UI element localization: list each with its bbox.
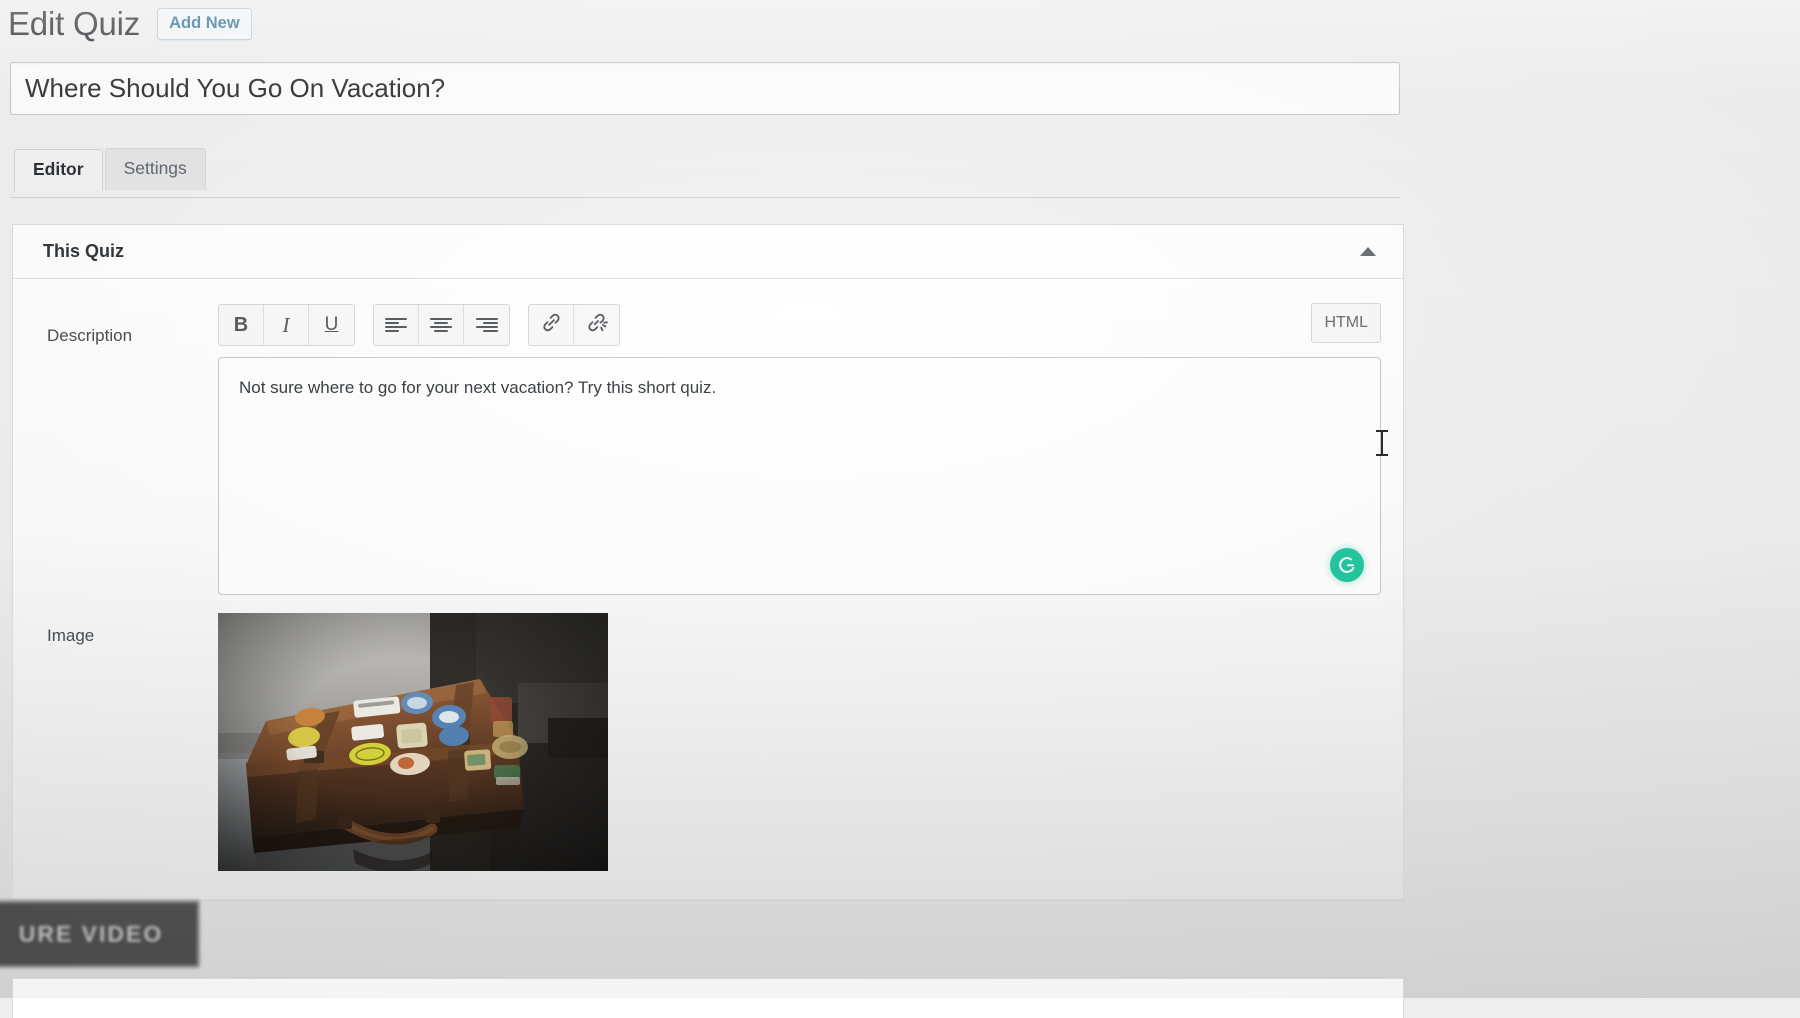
description-field: B I U <box>218 303 1403 595</box>
html-view-button[interactable]: HTML <box>1311 303 1381 343</box>
align-left-icon <box>385 318 407 333</box>
description-label: Description <box>13 303 218 347</box>
italic-button[interactable]: I <box>264 305 309 345</box>
video-watermark-text: URE VIDEO <box>19 921 164 948</box>
align-right-icon <box>476 318 498 333</box>
quiz-title-input[interactable] <box>10 62 1400 115</box>
link-icon <box>540 311 563 340</box>
page-header: Edit Quiz Add New <box>8 2 252 46</box>
image-label: Image <box>13 613 218 647</box>
description-row: Description B I U <box>13 303 1403 595</box>
panel-body: Description B I U <box>13 279 1403 899</box>
remove-link-button[interactable] <box>574 305 619 345</box>
insert-link-button[interactable] <box>529 305 574 345</box>
panel-header[interactable]: This Quiz <box>13 225 1403 279</box>
bold-icon: B <box>234 314 248 337</box>
panel-collapse-toggle[interactable] <box>1353 237 1383 267</box>
align-center-button[interactable] <box>419 305 464 345</box>
underline-icon: U <box>325 314 339 336</box>
link-button-group <box>528 304 620 346</box>
grammarly-g-icon[interactable] <box>1330 548 1364 582</box>
description-editor[interactable]: Not sure where to go for your next vacat… <box>218 357 1381 595</box>
editor-toolbar: B I U <box>218 303 1381 347</box>
caret-up-icon <box>1360 247 1376 256</box>
editor-tabs: Editor Settings <box>14 148 206 190</box>
description-text[interactable]: Not sure where to go for your next vacat… <box>219 358 1380 434</box>
quiz-featured-image-thumbnail[interactable] <box>218 613 608 871</box>
next-metabox-panel-partial <box>12 978 1404 1018</box>
quiz-title-field-wrapper <box>10 62 1400 115</box>
bold-button[interactable]: B <box>219 305 264 345</box>
image-field <box>218 613 1403 871</box>
italic-icon: I <box>283 313 290 338</box>
tabs-underline-rule <box>10 197 1400 198</box>
add-new-button[interactable]: Add New <box>157 8 252 41</box>
tab-settings[interactable]: Settings <box>105 148 206 190</box>
this-quiz-panel: This Quiz Description B I <box>12 224 1404 900</box>
tab-editor[interactable]: Editor <box>14 149 103 191</box>
align-left-button[interactable] <box>374 305 419 345</box>
text-style-button-group: B I U <box>218 304 355 346</box>
alignment-button-group <box>373 304 510 346</box>
page-title: Edit Quiz <box>8 4 140 44</box>
image-row: Image <box>13 613 1403 871</box>
app-screen: Edit Quiz Add New Editor Settings This Q… <box>0 0 1800 998</box>
video-watermark-badge: URE VIDEO <box>0 900 200 968</box>
panel-title: This Quiz <box>43 241 124 263</box>
unlink-icon <box>585 311 608 340</box>
align-right-button[interactable] <box>464 305 509 345</box>
underline-button[interactable]: U <box>309 305 354 345</box>
align-center-icon <box>430 318 452 333</box>
